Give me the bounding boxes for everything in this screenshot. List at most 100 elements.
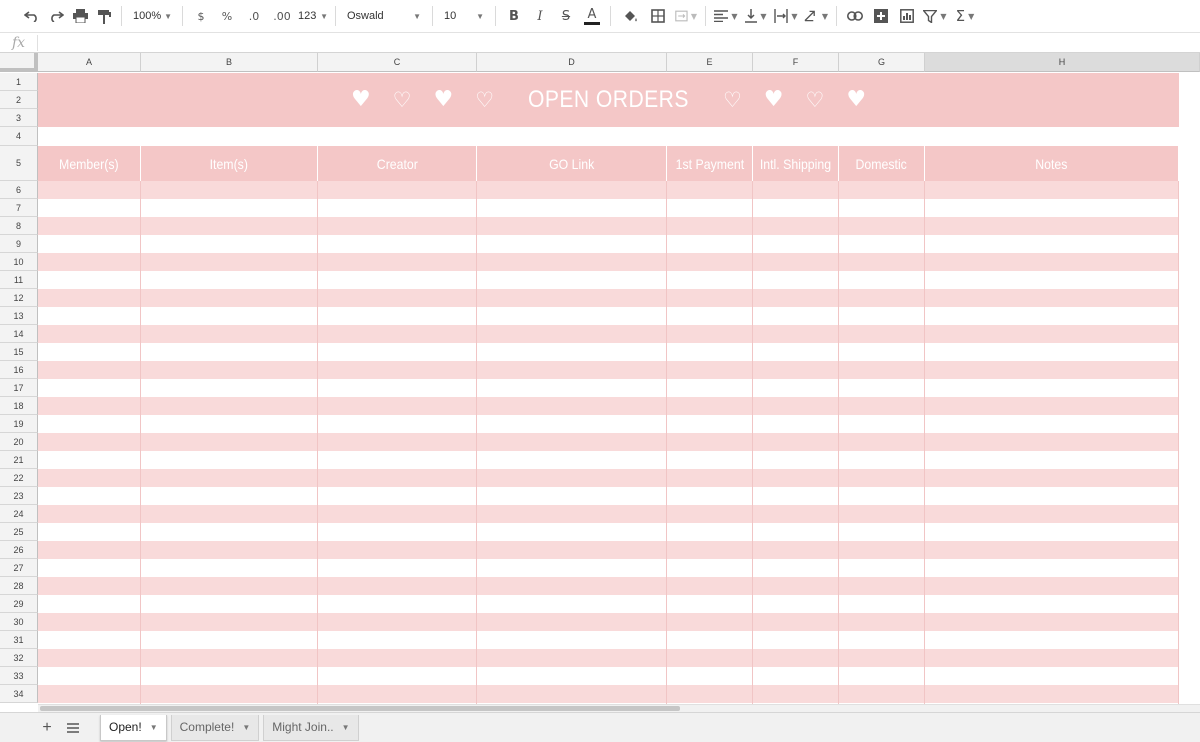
- table-row[interactable]: [38, 253, 1179, 271]
- redo-icon[interactable]: [44, 4, 68, 28]
- row-header-4[interactable]: 4: [0, 127, 38, 146]
- table-row[interactable]: [38, 541, 1179, 559]
- table-row[interactable]: [38, 523, 1179, 541]
- table-row[interactable]: [38, 469, 1179, 487]
- title-banner[interactable]: ♥ ♡ ♥ ♡ OPEN ORDERS ♡ ♥ ♡ ♥: [38, 73, 1179, 127]
- row-header-16[interactable]: 16: [0, 361, 38, 379]
- table-row[interactable]: [38, 487, 1179, 505]
- table-row[interactable]: [38, 199, 1179, 217]
- horizontal-scrollbar[interactable]: [38, 704, 1200, 712]
- print-icon[interactable]: [68, 4, 92, 28]
- row-header-5[interactable]: 5: [0, 146, 38, 181]
- table-row[interactable]: [38, 667, 1179, 685]
- text-color-button[interactable]: A: [579, 4, 605, 28]
- row-header-30[interactable]: 30: [0, 613, 38, 631]
- table-row[interactable]: [38, 235, 1179, 253]
- table-row[interactable]: [38, 505, 1179, 523]
- row-header-18[interactable]: 18: [0, 397, 38, 415]
- row-header-17[interactable]: 17: [0, 379, 38, 397]
- table-row[interactable]: [38, 361, 1179, 379]
- row-header-7[interactable]: 7: [0, 199, 38, 217]
- table-row[interactable]: [38, 343, 1179, 361]
- header-cell-c[interactable]: Creator: [318, 146, 477, 181]
- row-header-3[interactable]: 3: [0, 109, 38, 127]
- column-header-c[interactable]: C: [318, 53, 477, 72]
- row-header-12[interactable]: 12: [0, 289, 38, 307]
- header-cell-f[interactable]: Intl. Shipping: [753, 146, 839, 181]
- row-header-31[interactable]: 31: [0, 631, 38, 649]
- table-row[interactable]: [38, 685, 1179, 703]
- table-row[interactable]: [38, 181, 1179, 199]
- row-header-10[interactable]: 10: [0, 253, 38, 271]
- table-row[interactable]: [38, 649, 1179, 667]
- insert-chart-icon[interactable]: [894, 4, 920, 28]
- column-header-a[interactable]: A: [38, 53, 141, 72]
- chevron-down-icon[interactable]: ▼: [242, 723, 250, 732]
- header-cell-a[interactable]: Member(s): [38, 146, 141, 181]
- row-header-13[interactable]: 13: [0, 307, 38, 325]
- table-row[interactable]: [38, 289, 1179, 307]
- merge-cells-icon[interactable]: ▼: [672, 4, 700, 28]
- borders-icon[interactable]: [644, 4, 672, 28]
- column-header-f[interactable]: F: [753, 53, 839, 72]
- insert-link-icon[interactable]: [842, 4, 868, 28]
- table-row[interactable]: [38, 433, 1179, 451]
- row-header-24[interactable]: 24: [0, 505, 38, 523]
- header-cell-g[interactable]: Domestic: [839, 146, 925, 181]
- row-header-23[interactable]: 23: [0, 487, 38, 505]
- row-header-34[interactable]: 34: [0, 685, 38, 703]
- row-header-15[interactable]: 15: [0, 343, 38, 361]
- table-row[interactable]: [38, 595, 1179, 613]
- font-size-select[interactable]: 10 ▼: [438, 4, 490, 28]
- table-row[interactable]: [38, 577, 1179, 595]
- column-header-d[interactable]: D: [477, 53, 667, 72]
- header-cell-h[interactable]: Notes: [925, 146, 1179, 181]
- formula-input[interactable]: [38, 34, 1200, 52]
- table-row[interactable]: [38, 271, 1179, 289]
- table-row[interactable]: [38, 613, 1179, 631]
- row-header-2[interactable]: 2: [0, 91, 38, 109]
- header-cell-d[interactable]: GO Link: [477, 146, 667, 181]
- row-header-25[interactable]: 25: [0, 523, 38, 541]
- table-row[interactable]: [38, 559, 1179, 577]
- zoom-select[interactable]: 100% ▼: [127, 4, 177, 28]
- font-select[interactable]: Oswald ▼: [341, 4, 427, 28]
- table-row[interactable]: [38, 397, 1179, 415]
- scrollbar-thumb[interactable]: [40, 706, 680, 711]
- table-row[interactable]: [38, 325, 1179, 343]
- increase-decimal-button[interactable]: .00: [268, 4, 296, 28]
- chevron-down-icon[interactable]: ▼: [342, 723, 350, 732]
- decrease-decimal-button[interactable]: .0: [240, 4, 268, 28]
- row-header-6[interactable]: 6: [0, 181, 38, 199]
- chevron-down-icon[interactable]: ▼: [150, 723, 158, 732]
- currency-button[interactable]: $: [188, 4, 214, 28]
- row-header-11[interactable]: 11: [0, 271, 38, 289]
- spreadsheet-grid[interactable]: ♥ ♡ ♥ ♡ OPEN ORDERS ♡ ♥ ♡ ♥ ABCDEFGH1234…: [0, 53, 1200, 704]
- select-all-corner[interactable]: [0, 53, 38, 72]
- row-header-9[interactable]: 9: [0, 235, 38, 253]
- vertical-align-icon[interactable]: ▼: [741, 4, 771, 28]
- percent-button[interactable]: %: [214, 4, 240, 28]
- sheet-tab[interactable]: Complete! ▼: [170, 714, 260, 741]
- column-header-b[interactable]: B: [141, 53, 318, 72]
- column-header-g[interactable]: G: [839, 53, 925, 72]
- row-header-19[interactable]: 19: [0, 415, 38, 433]
- insert-comment-icon[interactable]: [868, 4, 894, 28]
- row-header-27[interactable]: 27: [0, 559, 38, 577]
- header-cell-e[interactable]: 1st Payment: [667, 146, 753, 181]
- header-cell-b[interactable]: Item(s): [141, 146, 318, 181]
- fill-color-icon[interactable]: [616, 4, 644, 28]
- text-rotation-icon[interactable]: ▼: [801, 4, 831, 28]
- row-header-33[interactable]: 33: [0, 667, 38, 685]
- column-header-h[interactable]: H: [925, 53, 1200, 72]
- strikethrough-button[interactable]: S: [553, 4, 579, 28]
- row-header-32[interactable]: 32: [0, 649, 38, 667]
- italic-button[interactable]: I: [527, 4, 553, 28]
- horizontal-align-icon[interactable]: ▼: [711, 4, 741, 28]
- row-header-21[interactable]: 21: [0, 451, 38, 469]
- table-row[interactable]: [38, 451, 1179, 469]
- row-header-1[interactable]: 1: [0, 73, 38, 91]
- table-row[interactable]: [38, 415, 1179, 433]
- more-formats-select[interactable]: 123 ▼: [296, 4, 330, 28]
- add-sheet-icon[interactable]: +: [34, 715, 60, 741]
